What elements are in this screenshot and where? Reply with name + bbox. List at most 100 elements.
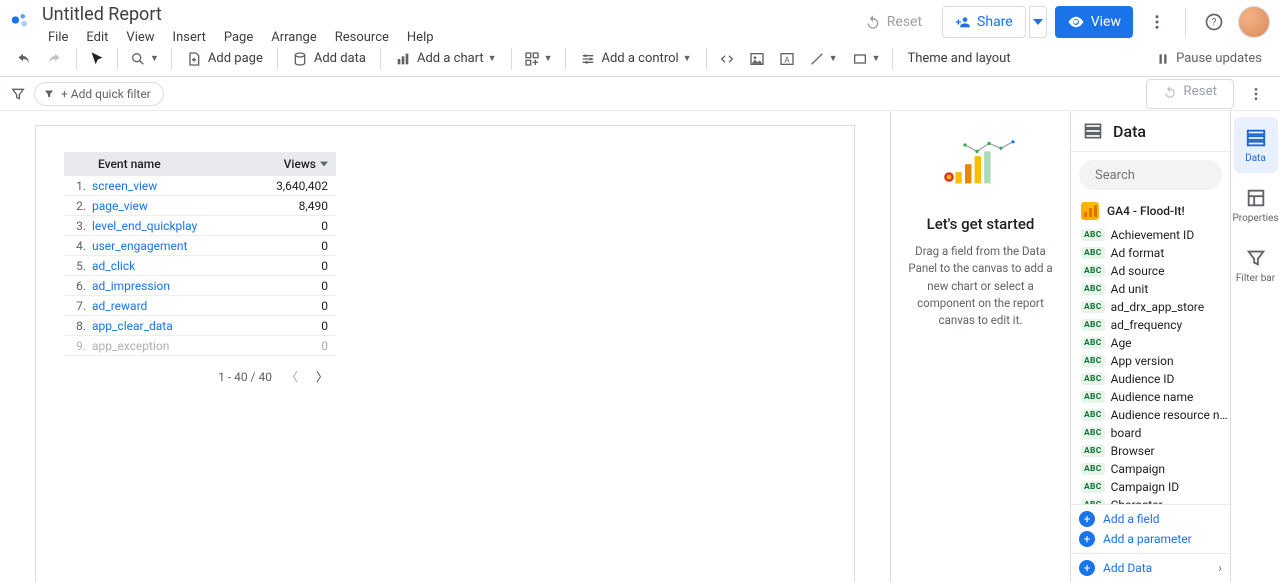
intro-text: Drag a field from the Data Panel to the … [903, 243, 1058, 329]
pause-updates-button[interactable]: Pause updates [1146, 47, 1272, 70]
zoom-tool[interactable]: ▼ [124, 44, 165, 74]
add-data-source-button[interactable]: + Add Data › [1071, 553, 1230, 582]
field-list[interactable]: ABCAchievement IDABCAd formatABCAd sourc… [1071, 226, 1230, 504]
doc-title[interactable]: Untitled Report [40, 4, 845, 26]
field-item[interactable]: ABCAchievement ID [1071, 226, 1230, 244]
table-row[interactable]: 8.app_clear_data0 [64, 316, 336, 336]
report-page[interactable]: Event name Views 1.screen_view3,640,4022… [35, 125, 855, 582]
add-control-button[interactable]: Add a control▼ [572, 44, 700, 74]
tab-data[interactable]: Data [1234, 117, 1278, 173]
image-button[interactable] [743, 44, 771, 74]
row-event-name: user_engagement [92, 239, 258, 253]
tab-filterbar[interactable]: Filter bar [1234, 237, 1278, 293]
theme-layout-button[interactable]: Theme and layout [899, 44, 1018, 74]
row-index: 1. [64, 179, 92, 193]
table-row[interactable]: 2.page_view8,490 [64, 196, 336, 216]
field-label: Audience resource n… [1111, 408, 1228, 422]
sort-desc-icon [320, 160, 328, 168]
pager-next[interactable]: 〉 [312, 364, 332, 389]
field-item[interactable]: ABCAd unit [1071, 280, 1230, 298]
tab-properties[interactable]: Properties [1234, 177, 1278, 233]
col-event-name[interactable]: Event name [98, 157, 284, 171]
filter-bar: + Add quick filter Reset [0, 77, 1280, 111]
field-item[interactable]: ABCAd source [1071, 262, 1230, 280]
redo-button[interactable] [40, 44, 70, 74]
field-item[interactable]: ABCCharacter [1071, 496, 1230, 504]
pager-prev[interactable]: 〈 [282, 364, 302, 389]
svg-text:A: A [784, 55, 790, 64]
field-item[interactable]: ABCAudience name [1071, 388, 1230, 406]
share-button[interactable]: Share [942, 6, 1026, 38]
row-index: 4. [64, 239, 92, 253]
field-item[interactable]: ABCApp version [1071, 352, 1230, 370]
app-logo[interactable] [8, 8, 32, 32]
embed-button[interactable] [713, 44, 741, 74]
abc-badge: ABC [1081, 481, 1105, 493]
tab-data-label: Data [1245, 153, 1266, 164]
filter-tab-icon [1245, 247, 1267, 269]
help-button[interactable]: ? [1198, 6, 1230, 38]
table-row[interactable]: 6.ad_impression0 [64, 276, 336, 296]
table-row[interactable]: 9.app_exception0 [64, 336, 336, 356]
row-event-name: screen_view [92, 179, 258, 193]
select-tool[interactable] [83, 44, 111, 74]
field-item[interactable]: ABCad_drx_app_store [1071, 298, 1230, 316]
table-header: Event name Views [64, 152, 336, 176]
table-row[interactable]: 3.level_end_quickplay0 [64, 216, 336, 236]
field-item[interactable]: ABCAudience resource n… [1071, 406, 1230, 424]
table-row[interactable]: 4.user_engagement0 [64, 236, 336, 256]
more-options-button[interactable] [1141, 6, 1173, 38]
tab-filterbar-label: Filter bar [1236, 273, 1275, 284]
quick-filter-label: + Add quick filter [61, 87, 151, 101]
add-field-button[interactable]: +Add a field [1079, 511, 1222, 527]
field-search[interactable] [1079, 160, 1222, 190]
field-label: Age [1111, 336, 1132, 350]
pause-label: Pause updates [1176, 51, 1262, 66]
abc-badge: ABC [1081, 373, 1105, 385]
datasource-row[interactable]: GA4 - Flood-It! [1071, 196, 1230, 226]
person-plus-icon [955, 14, 971, 30]
field-item[interactable]: ABCad_frequency [1071, 316, 1230, 334]
field-item[interactable]: ABCAudience ID [1071, 370, 1230, 388]
abc-badge: ABC [1081, 499, 1105, 504]
top-reset-button[interactable]: Reset [853, 6, 934, 38]
table-row[interactable]: 7.ad_reward0 [64, 296, 336, 316]
data-panel-title: Data [1113, 122, 1146, 141]
add-data-button[interactable]: Add data [284, 44, 374, 74]
filter-more-button[interactable] [1242, 80, 1270, 108]
field-item[interactable]: ABCboard [1071, 424, 1230, 442]
table-row[interactable]: 5.ad_click0 [64, 256, 336, 276]
filter-reset-button[interactable]: Reset [1146, 79, 1234, 109]
filter-icon[interactable] [10, 86, 26, 102]
field-item[interactable]: ABCAge [1071, 334, 1230, 352]
line-icon [809, 51, 825, 67]
row-event-name: ad_click [92, 259, 258, 273]
field-label: ad_frequency [1111, 318, 1183, 332]
account-avatar[interactable] [1238, 6, 1270, 38]
field-item[interactable]: ABCBrowser [1071, 442, 1230, 460]
add-quick-filter-chip[interactable]: + Add quick filter [34, 82, 164, 106]
add-page-button[interactable]: Add page [178, 44, 271, 74]
field-item[interactable]: ABCAd format [1071, 244, 1230, 262]
field-item[interactable]: ABCCampaign [1071, 460, 1230, 478]
undo-button[interactable] [8, 44, 38, 74]
svg-text:?: ? [1212, 17, 1217, 28]
view-button[interactable]: View [1055, 6, 1133, 38]
line-button[interactable]: ▼ [803, 44, 844, 74]
theme-label: Theme and layout [907, 51, 1010, 66]
community-viz-button[interactable]: ▼ [518, 44, 559, 74]
undo-arrow-icon [1163, 85, 1177, 99]
add-parameter-button[interactable]: +Add a parameter [1079, 531, 1222, 547]
more-vert-icon [1148, 13, 1166, 31]
shape-button[interactable]: ▼ [846, 44, 887, 74]
pause-icon [1156, 52, 1170, 66]
field-item[interactable]: ABCCampaign ID [1071, 478, 1230, 496]
table-row[interactable]: 1.screen_view3,640,402 [64, 176, 336, 196]
canvas-table[interactable]: Event name Views 1.screen_view3,640,4022… [64, 152, 336, 389]
cursor-icon [89, 51, 105, 67]
text-button[interactable]: A [773, 44, 801, 74]
report-canvas[interactable]: Event name Views 1.screen_view3,640,4022… [0, 111, 890, 582]
share-dropdown[interactable] [1029, 6, 1047, 38]
add-chart-button[interactable]: Add a chart▼ [387, 44, 505, 74]
col-views[interactable]: Views [284, 157, 328, 171]
